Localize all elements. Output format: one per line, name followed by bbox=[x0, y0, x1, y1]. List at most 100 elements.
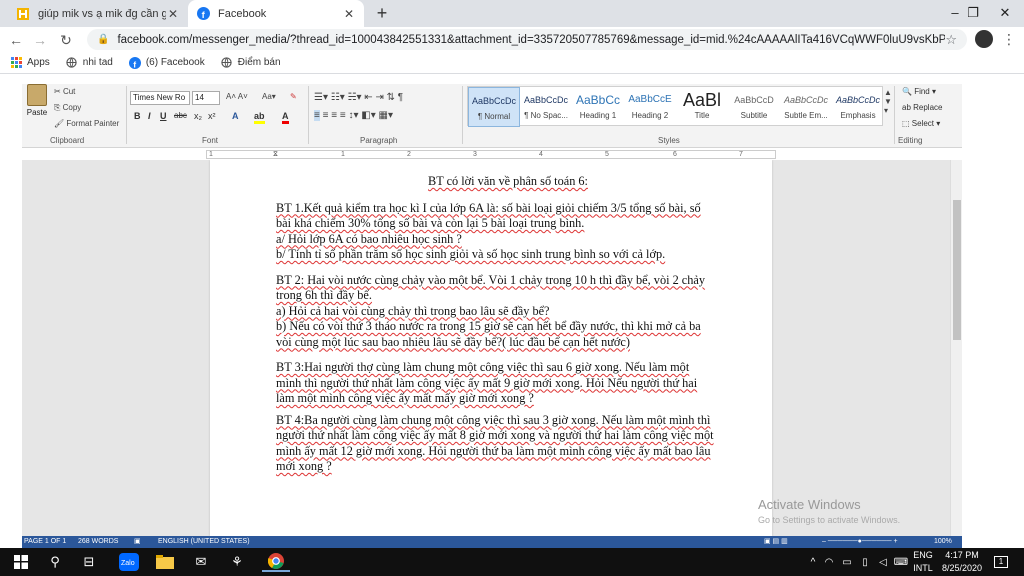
change-case-button[interactable]: Aa▾ bbox=[262, 92, 276, 101]
search-icon[interactable]: ⚲ bbox=[44, 552, 66, 572]
styles-gallery: AaBbCcDc ¶ Normal AaBbCcDc ¶ No Spac... Aa… bbox=[467, 86, 884, 127]
close-window-button[interactable]: ✕ bbox=[986, 0, 1024, 27]
language-status[interactable]: ENGLISH (UNITED STATES) bbox=[158, 536, 250, 548]
clipboard-group-label: Clipboard bbox=[50, 136, 85, 145]
reload-button[interactable]: ↻ bbox=[56, 30, 76, 50]
task-view-icon[interactable]: ⊟ bbox=[78, 552, 100, 572]
paste-button[interactable]: Paste bbox=[24, 84, 50, 117]
select-button[interactable]: ⬚ Select ▾ bbox=[902, 119, 940, 128]
style-subtle-emphasis[interactable]: AaBbCcDc Subtle Em... bbox=[780, 87, 832, 127]
browser-toolbar: ← → ↻ 🔒 facebook.com/messenger_media/?th… bbox=[0, 27, 1024, 52]
ruler-tick: 3 bbox=[473, 151, 477, 158]
lock-icon[interactable]: 🔒 bbox=[97, 34, 109, 45]
bookmark-star-icon[interactable]: ☆ bbox=[945, 32, 957, 48]
browser-tab-hoc247[interactable]: giúp mik vs ạ mik đg cần gấp hứ ✕ bbox=[8, 0, 188, 27]
font-family-select[interactable]: Times New Ro bbox=[130, 91, 190, 105]
bookmark-nhi-tad[interactable]: nhi tad bbox=[66, 57, 113, 69]
vertical-ruler bbox=[22, 160, 36, 536]
mail-icon[interactable]: ✉ bbox=[190, 552, 212, 572]
file-explorer-icon[interactable] bbox=[154, 552, 176, 572]
bookmark-label: (6) Facebook bbox=[145, 57, 205, 68]
text-effects-icon[interactable]: A bbox=[232, 111, 239, 121]
ruler-tick: 2 bbox=[407, 151, 411, 158]
keyboard-icon[interactable]: ⌨ bbox=[890, 552, 912, 572]
styles-group-label: Styles bbox=[658, 136, 680, 145]
bookmark-facebook[interactable]: f (6) Facebook bbox=[128, 56, 205, 69]
tab-close-icon[interactable]: ✕ bbox=[342, 7, 356, 21]
input-language[interactable]: ENG INTL bbox=[910, 549, 936, 575]
zoom-level[interactable]: 100% bbox=[934, 536, 952, 548]
document-scrollbar[interactable] bbox=[950, 160, 962, 536]
address-bar[interactable]: 🔒 facebook.com/messenger_media/?thread_i… bbox=[87, 29, 967, 50]
forward-button[interactable]: → bbox=[30, 30, 50, 50]
font-color-icon[interactable]: A bbox=[282, 111, 289, 124]
clear-formatting-icon[interactable]: ✎ bbox=[290, 92, 297, 101]
exercise-4-text: BT 4:Ba người cùng làm chung một công vi… bbox=[276, 412, 714, 474]
subscript-button[interactable]: x₂ bbox=[194, 111, 202, 121]
list-buttons[interactable]: ☰▾ ☷▾ ☵▾ ⇤ ⇥ ⇅ ¶ bbox=[314, 92, 403, 103]
find-button[interactable]: 🔍 Find ▾ bbox=[902, 87, 936, 96]
new-tab-button[interactable]: + bbox=[372, 4, 392, 24]
bookmark-diem-ban[interactable]: Điểm bán bbox=[221, 57, 281, 69]
style-normal[interactable]: AaBbCcDc ¶ Normal bbox=[468, 87, 520, 127]
document-page[interactable]: BT có lời văn về phân số toán 6: BT 1.Kế… bbox=[210, 160, 772, 536]
game-icon[interactable]: ⚘ bbox=[226, 552, 248, 572]
bold-button[interactable]: B bbox=[134, 111, 141, 121]
scrollbar-thumb[interactable] bbox=[953, 200, 961, 340]
superscript-button[interactable]: x² bbox=[208, 111, 216, 121]
browser-tab-facebook[interactable]: f Facebook ✕ bbox=[188, 0, 364, 27]
font-size-select[interactable]: 14 bbox=[192, 91, 220, 105]
style-subtitle[interactable]: AaBbCcD Subtitle bbox=[728, 87, 780, 127]
windows-start-icon[interactable] bbox=[10, 552, 32, 572]
format-painter-button[interactable]: 🖌 Format Painter bbox=[54, 119, 119, 128]
bookmark-apps[interactable]: Apps bbox=[10, 57, 50, 69]
bookmark-label: Điểm bán bbox=[237, 57, 281, 68]
word-status-bar: PAGE 1 OF 1 268 WORDS ▣ ENGLISH (UNITED … bbox=[22, 536, 962, 548]
ruler-tick: 5 bbox=[605, 151, 609, 158]
action-center-icon[interactable]: 1 bbox=[990, 552, 1012, 572]
style-heading-2[interactable]: AaBbCcE Heading 2 bbox=[624, 87, 676, 127]
browser-menu-icon[interactable]: ⋮ bbox=[1000, 30, 1018, 48]
browser-tabstrip: giúp mik vs ạ mik đg cần gấp hứ ✕ f Face… bbox=[0, 0, 1024, 27]
proofing-icon[interactable]: ▣ bbox=[134, 536, 141, 548]
svg-text:f: f bbox=[133, 59, 136, 69]
style-heading-1[interactable]: AaBbCc Heading 1 bbox=[572, 87, 624, 127]
styles-scroll-icon[interactable]: ▲ ▼ ▾ bbox=[884, 88, 892, 115]
horizontal-ruler[interactable]: 1 ⧖ 1 2 3 4 5 6 7 bbox=[206, 150, 776, 159]
indent-marker-icon[interactable]: ⧖ bbox=[273, 151, 278, 159]
paragraph-group-label: Paragraph bbox=[360, 136, 398, 145]
highlight-color-icon[interactable]: ab bbox=[254, 111, 265, 124]
underline-button[interactable]: U bbox=[160, 111, 167, 121]
cut-button[interactable]: ✂ Cut bbox=[54, 87, 75, 96]
ribbon-divider bbox=[894, 86, 895, 144]
facebook-icon: f bbox=[196, 7, 210, 21]
chrome-icon[interactable] bbox=[262, 552, 290, 572]
copy-button[interactable]: ⎘ Copy bbox=[54, 103, 81, 113]
clock[interactable]: 4:17 PM 8/25/2020 bbox=[940, 549, 984, 575]
back-button[interactable]: ← bbox=[6, 30, 26, 50]
word-count[interactable]: 268 WORDS bbox=[78, 536, 118, 548]
grow-font-button[interactable]: A˄ A˅ bbox=[226, 92, 248, 101]
exercise-1-question-a: a/ Hỏi lớp 6A có bao nhiêu học sinh ? bbox=[276, 231, 462, 246]
tab-close-icon[interactable]: ✕ bbox=[166, 7, 180, 21]
strikethrough-button[interactable]: abc bbox=[174, 111, 187, 120]
activate-windows-subtext: Go to Settings to activate Windows. bbox=[758, 515, 901, 525]
profile-avatar[interactable] bbox=[975, 30, 993, 48]
ruler-tick: 4 bbox=[539, 151, 543, 158]
style-emphasis[interactable]: AaBbCcDc Emphasis bbox=[832, 87, 884, 127]
document-body[interactable]: BT có lời văn về phân số toán 6: BT 1.Kế… bbox=[276, 174, 716, 475]
font-group-label: Font bbox=[202, 136, 219, 145]
align-buttons[interactable]: ≡ ≡ ≡ ≡ ↕▾ ◧▾ ▦▾ bbox=[314, 110, 393, 121]
editing-group-label: Editing bbox=[898, 136, 923, 145]
view-buttons[interactable]: ▣ ▤ ▥ bbox=[764, 536, 788, 548]
document-title: BT có lời văn về phân số toán 6: bbox=[428, 174, 588, 188]
ruler-tick: 6 bbox=[673, 151, 677, 158]
style-title[interactable]: AaBl Title bbox=[676, 87, 728, 127]
page-count[interactable]: PAGE 1 OF 1 bbox=[24, 536, 66, 548]
replace-button[interactable]: ab Replace bbox=[902, 103, 942, 112]
zalo-icon[interactable]: Zalo bbox=[118, 552, 140, 572]
italic-button[interactable]: I bbox=[148, 111, 151, 121]
ribbon-divider bbox=[462, 86, 463, 144]
zoom-slider[interactable]: – ──────●────── + bbox=[822, 536, 898, 548]
style-no-spacing[interactable]: AaBbCcDc ¶ No Spac... bbox=[520, 87, 572, 127]
